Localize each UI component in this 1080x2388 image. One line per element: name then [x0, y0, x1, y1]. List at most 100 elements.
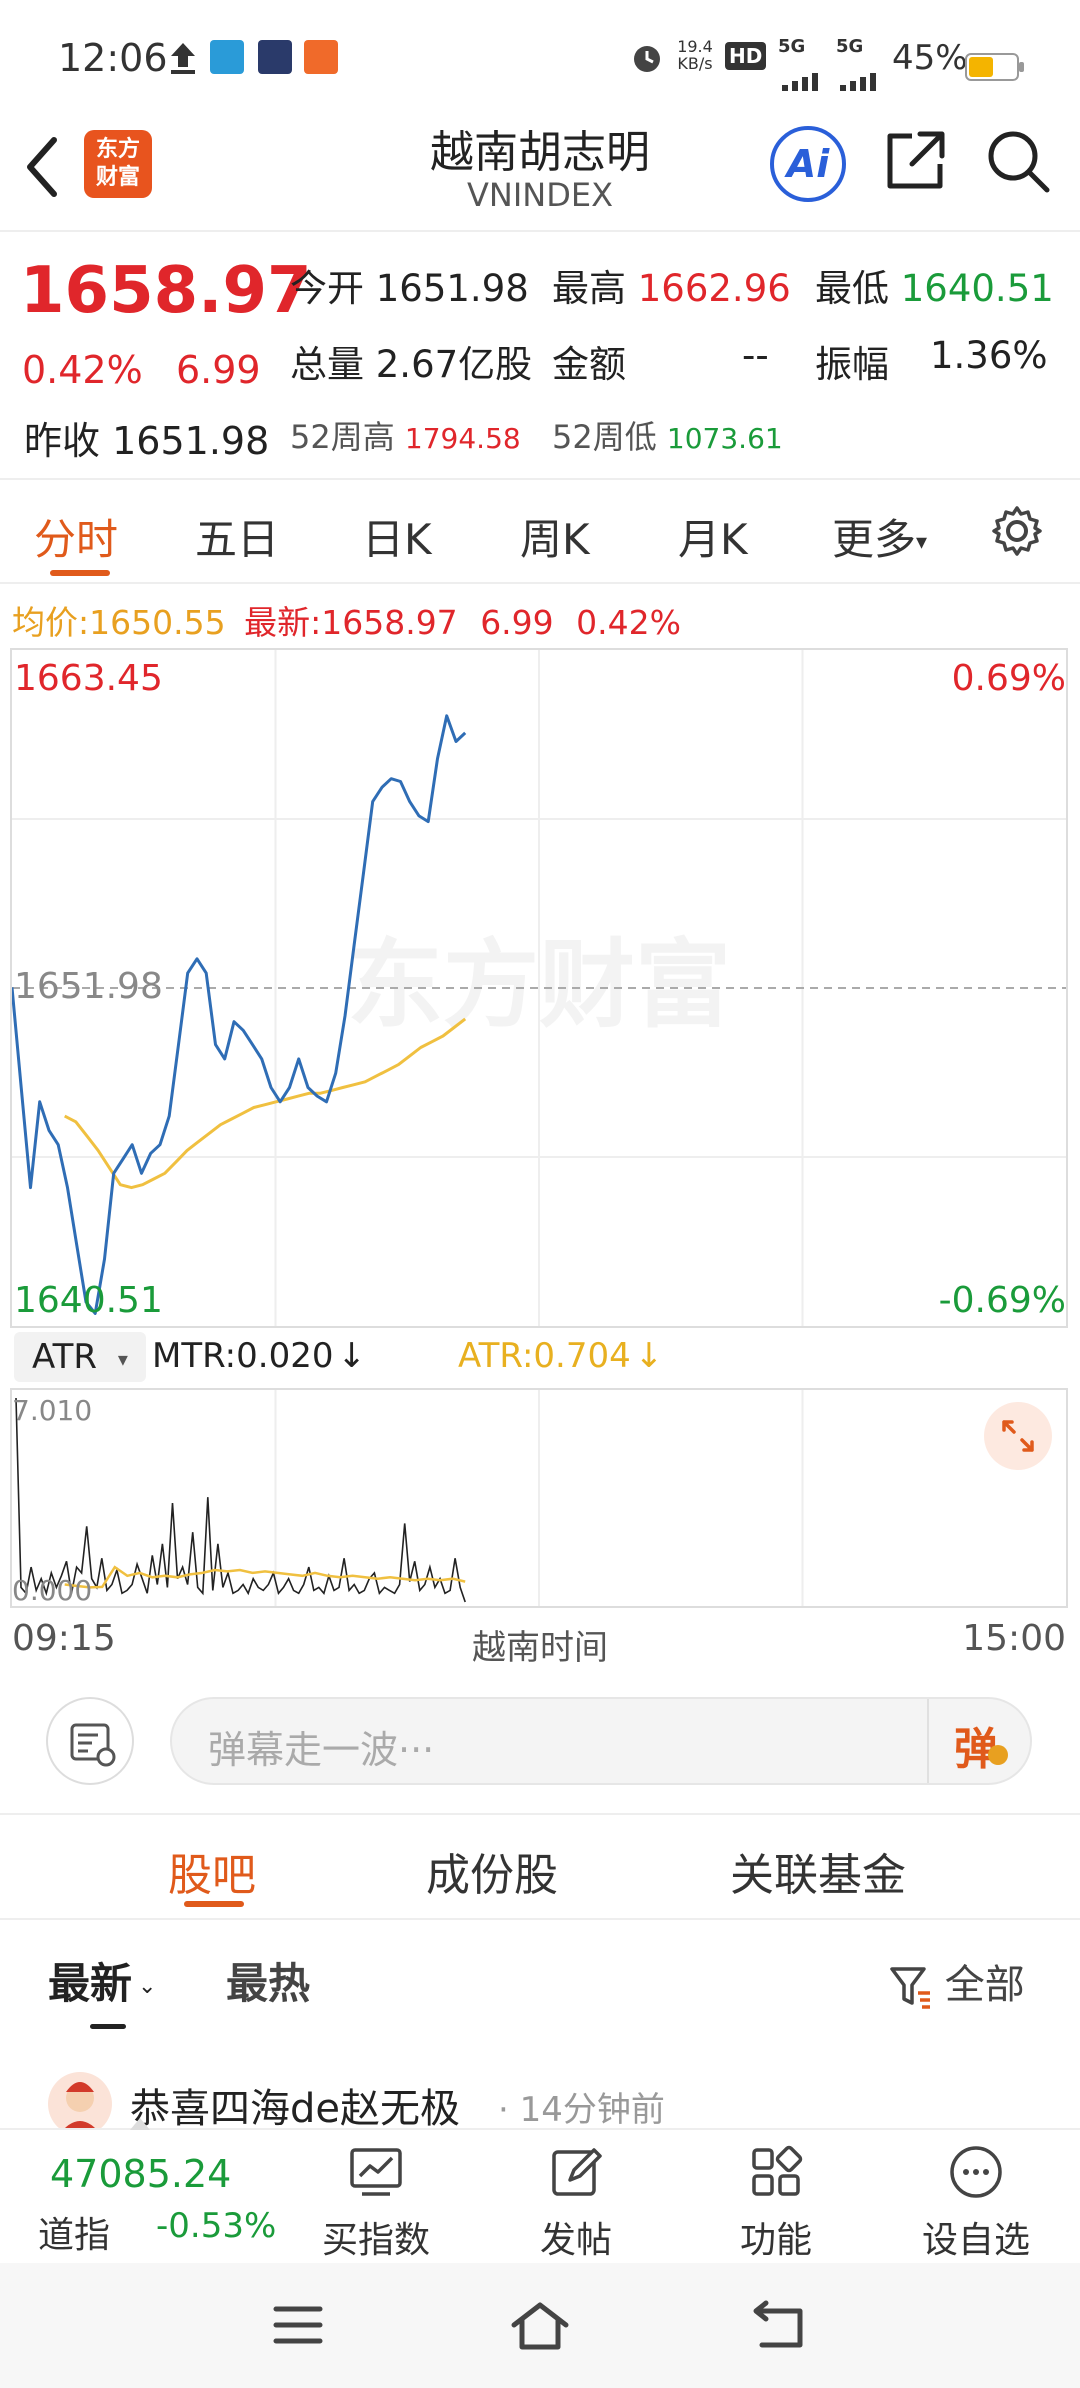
- chart-icon: [350, 2148, 402, 2196]
- open-stat: 今开 1651.98: [290, 258, 529, 312]
- x-axis-end: 15:00: [962, 1618, 1066, 1659]
- week52-high-value: 1794.58: [404, 422, 521, 455]
- add-watchlist-label: 设自选: [921, 2220, 1030, 2261]
- settings-icon[interactable]: [990, 504, 1044, 562]
- danmu-input[interactable]: 弹幕走一波··· 弹: [170, 1697, 1032, 1785]
- post-author[interactable]: 恭喜四海de赵无极: [130, 2076, 460, 2134]
- latest-value: 1658.97: [321, 603, 458, 642]
- high-stat: 最高 1662.96: [552, 258, 791, 312]
- volume-stat: 总量 2.67亿股: [290, 334, 532, 388]
- danmu-bar: 弹幕走一波··· 弹: [0, 1665, 1080, 1815]
- arrow-down-icon: ↓: [337, 1336, 366, 1376]
- volume-value: 2.67亿股: [375, 343, 533, 386]
- back-nav-icon[interactable]: [750, 2299, 806, 2355]
- filter-hot[interactable]: 最热: [226, 1950, 310, 2011]
- app-logo: 东方 财富: [84, 130, 152, 198]
- page-title: 越南胡志明: [430, 127, 650, 178]
- indicator-max: 7.010: [12, 1394, 93, 1427]
- ai-button[interactable]: Ai: [770, 126, 846, 202]
- status-bar: 12:06 19.4 KB/s HD 5G 5G 45%: [0, 0, 1080, 120]
- tab-five-day[interactable]: 五日: [195, 506, 279, 567]
- danmu-settings-icon: [70, 1723, 116, 1767]
- avatar-image: [58, 2082, 102, 2136]
- prev-close-label: 昨收: [24, 419, 101, 463]
- status-time: 12:06: [58, 36, 168, 80]
- expand-button[interactable]: [984, 1402, 1052, 1470]
- expand-icon: [1002, 1420, 1034, 1452]
- filter-latest[interactable]: 最新 ⌄: [48, 1950, 156, 2011]
- functions-label: 功能: [739, 2220, 812, 2261]
- app-notification-icon: [258, 40, 292, 74]
- legend-change: 6.99: [480, 603, 554, 642]
- tab-label: 五日: [195, 515, 280, 564]
- signal-icon: [838, 56, 884, 100]
- system-nav-bar: [0, 2263, 1080, 2388]
- open-label: 今开: [290, 267, 364, 310]
- share-icon[interactable]: [882, 128, 948, 198]
- danmu-settings-button[interactable]: [46, 1697, 134, 1785]
- indicator-chart[interactable]: 7.010 0.000: [10, 1388, 1068, 1608]
- tab-guba[interactable]: 股吧: [168, 1839, 256, 1903]
- more-icon: [950, 2146, 1002, 2198]
- danmu-send-button[interactable]: 弹: [954, 1713, 998, 1777]
- back-icon[interactable]: [22, 132, 62, 206]
- indicator-select[interactable]: ATR ▾: [14, 1332, 146, 1382]
- signal-5g-2: 5G: [836, 36, 864, 57]
- dow-index-value[interactable]: 47085.24: [50, 2152, 231, 2196]
- indicator-min: 0.000: [12, 1574, 93, 1607]
- tab-monthly-k[interactable]: 月K: [678, 506, 748, 567]
- tab-weekly-k[interactable]: 周K: [520, 506, 590, 567]
- current-price: 1658.97: [20, 254, 312, 328]
- tab-indicator: [50, 570, 110, 576]
- caret-icon: [130, 2118, 150, 2130]
- tab-label: 分时: [34, 515, 119, 564]
- buy-index-button[interactable]: 买指数: [296, 2142, 456, 2263]
- post-button[interactable]: 发帖: [496, 2142, 656, 2263]
- avatar[interactable]: [48, 2072, 112, 2136]
- tab-daily-k[interactable]: 日K: [362, 506, 432, 567]
- x-axis-mid: 越南时间: [472, 1628, 608, 1668]
- change-percent: 0.42%: [22, 348, 143, 392]
- filter-icon: [890, 1967, 930, 2009]
- week52-low-label: 52周低: [552, 418, 657, 456]
- search-icon[interactable]: [985, 128, 1051, 198]
- net-speed: 19.4 KB/s: [675, 38, 715, 72]
- alarm-icon: [630, 40, 664, 84]
- intraday-chart[interactable]: 东方财富 1663.45 0.69% 1651.98 1640.51 -0.69…: [10, 648, 1068, 1328]
- amount-value: --: [742, 334, 769, 377]
- low-stat: 最低 1640.51: [815, 258, 1054, 312]
- week52-low: 52周低 1073.61: [552, 412, 783, 458]
- dow-index-name[interactable]: 道指: [38, 2206, 110, 2258]
- tab-intraday[interactable]: 分时: [34, 506, 118, 567]
- amount-label: 金额: [552, 343, 626, 386]
- y-axis-right-top: 0.69%: [951, 658, 1066, 699]
- battery-icon: [965, 46, 1025, 90]
- period-tabs: 分时 五日 日K 周K 月K 更多▾: [0, 480, 1080, 584]
- filter-all[interactable]: 全部: [888, 1952, 1025, 2011]
- quote-panel: 1658.97 0.42% 6.99 昨收 1651.98 今开 1651.98…: [0, 232, 1080, 480]
- nav-bar: 东方 财富 越南胡志明 VNINDEX Ai: [0, 110, 1080, 232]
- prev-close-value: 1651.98: [112, 419, 270, 463]
- dow-index-change[interactable]: -0.53%: [156, 2206, 276, 2246]
- y-axis-top: 1663.45: [14, 658, 163, 699]
- high-value: 1662.96: [637, 267, 791, 310]
- edit-icon: [552, 2148, 602, 2196]
- amplitude-value: 1.36%: [930, 334, 1048, 377]
- tab-related-funds[interactable]: 关联基金: [730, 1839, 906, 1903]
- post-time-value: 14分钟前: [519, 2090, 665, 2130]
- change-value: 6.99: [176, 348, 261, 392]
- upload-icon: [168, 40, 198, 84]
- open-value: 1651.98: [375, 267, 529, 310]
- net-speed-unit: KB/s: [677, 54, 713, 73]
- tab-more[interactable]: 更多▾: [832, 506, 927, 567]
- add-watchlist-button[interactable]: 设自选: [896, 2142, 1056, 2263]
- tab-constituents[interactable]: 成份股: [426, 1839, 558, 1903]
- buy-index-label: 买指数: [321, 2220, 430, 2261]
- menu-icon[interactable]: [272, 2303, 324, 2351]
- functions-button[interactable]: 功能: [696, 2142, 856, 2263]
- indicator-chart-svg: [15, 1390, 804, 1606]
- home-icon[interactable]: [510, 2299, 570, 2355]
- badge-icon: [988, 1745, 1008, 1765]
- chart-legend: 均价:1650.55 最新:1658.97 6.99 0.42%: [12, 596, 681, 644]
- bottom-toolbar: 47085.24 道指 -0.53% 买指数 发帖 功能 设自选: [0, 2118, 1080, 2263]
